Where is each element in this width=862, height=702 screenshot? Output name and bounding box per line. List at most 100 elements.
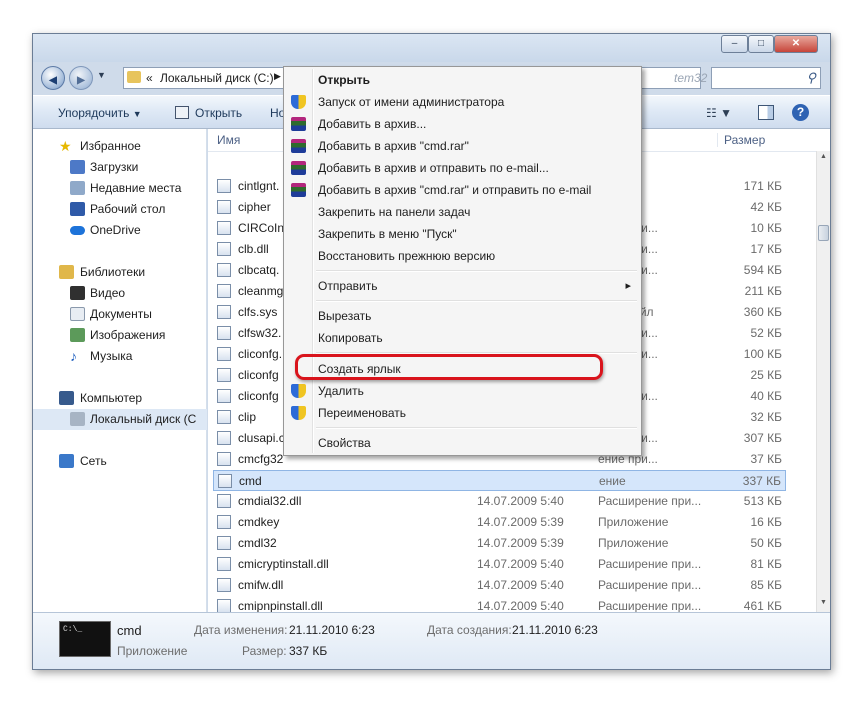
forward-button[interactable]: ▶ — [69, 66, 93, 90]
file-icon — [217, 221, 231, 235]
modified-value: 21.11.2010 6:23 — [289, 623, 375, 637]
nav-label: Библиотеки — [80, 265, 146, 279]
libraries-icon — [59, 265, 74, 279]
menu-label: Переименовать — [318, 406, 406, 420]
menu-rename[interactable]: Переименовать — [286, 402, 639, 424]
file-size: 211 КБ — [744, 284, 782, 298]
menu-add-cmd-rar-email[interactable]: Добавить в архив "cmd.rar" и отправить п… — [286, 179, 639, 201]
column-name[interactable]: Имя — [217, 133, 240, 147]
scrollbar-thumb[interactable] — [818, 225, 829, 241]
menu-label: Удалить — [318, 384, 364, 398]
file-icon — [217, 599, 231, 613]
table-row[interactable]: cmicryptinstall.dll 14.07.2009 5:40 Расшир… — [213, 554, 786, 575]
history-dropdown-icon[interactable]: ▼ — [97, 70, 106, 80]
menu-add-to-cmd-rar[interactable]: Добавить в архив "cmd.rar" — [286, 135, 639, 157]
help-icon[interactable]: ? — [792, 104, 809, 121]
cmd-thumbnail-text: C:\_ — [63, 625, 83, 634]
file-type: Расширение при... — [598, 557, 702, 571]
file-icon — [217, 536, 231, 550]
file-type: Приложение — [598, 536, 669, 550]
scroll-up-icon[interactable]: ▲ — [820, 153, 827, 160]
file-name: clip — [238, 410, 257, 424]
file-name: cliconfg — [238, 368, 279, 382]
organize-button[interactable]: Упорядочить ▼ — [58, 106, 142, 120]
menu-pin-taskbar[interactable]: Закрепить на панели задач — [286, 201, 639, 223]
column-size[interactable]: Размер — [717, 133, 765, 147]
context-menu: Открыть Запуск от имени администратора Д… — [283, 66, 642, 456]
menu-label: Открыть — [318, 73, 371, 87]
details-pane: C:\_ cmd Приложение Дата изменения: 21.1… — [33, 612, 830, 669]
close-button[interactable]: ✕ — [774, 35, 818, 53]
downloads-icon — [70, 160, 85, 174]
scroll-down-icon[interactable]: ▼ — [820, 599, 827, 606]
menu-label: Вырезать — [318, 309, 372, 323]
menu-label: Добавить в архив "cmd.rar" — [318, 139, 469, 153]
menu-add-archive-email[interactable]: Добавить в архив и отправить по e-mail..… — [286, 157, 639, 179]
menu-label: Добавить в архив и отправить по e-mail..… — [318, 161, 549, 175]
view-options-icon[interactable]: ☷ ▼ — [706, 106, 732, 120]
menu-label: Запуск от имени администратора — [318, 95, 505, 109]
file-name: clb.dll — [238, 242, 269, 256]
menu-separator — [316, 270, 637, 272]
file-name: cmd — [239, 474, 262, 488]
file-name: cmdl32 — [238, 536, 277, 550]
menu-cut[interactable]: Вырезать — [286, 305, 639, 327]
file-icon — [217, 368, 231, 382]
vertical-scrollbar[interactable]: ▲ ▼ — [816, 151, 830, 612]
modified-label: Дата изменения: — [194, 623, 288, 637]
maximize-button[interactable]: □ — [748, 35, 774, 53]
desktop-icon — [70, 202, 85, 216]
file-size: 171 КБ — [743, 179, 782, 193]
menu-open[interactable]: Открыть — [286, 69, 639, 91]
file-name: clbcatq. — [238, 263, 280, 277]
table-row[interactable]: cmdial32.dll 14.07.2009 5:40 Расширение пр… — [213, 491, 786, 512]
nav-label: Документы — [90, 307, 152, 321]
menu-label: Копировать — [318, 331, 383, 345]
menu-label: Свойства — [318, 436, 371, 450]
created-value: 21.11.2010 6:23 — [512, 623, 598, 637]
menu-send-to[interactable]: Отправить ▸ — [286, 275, 639, 297]
file-icon — [217, 557, 231, 571]
menu-delete[interactable]: Удалить — [286, 380, 639, 402]
table-row[interactable]: cmd ение 337 КБ — [213, 470, 786, 491]
file-name: cmdkey — [238, 515, 280, 529]
nav-local-disk[interactable]: Локальный диск (C — [33, 409, 207, 430]
file-type: Приложение — [598, 515, 669, 529]
breadcrumb-overflow[interactable]: « — [146, 71, 153, 85]
menu-restore-previous[interactable]: Восстановить прежнюю версию — [286, 245, 639, 267]
details-kind: Приложение — [117, 644, 188, 658]
chevron-down-icon: ▼ — [132, 109, 142, 119]
table-row[interactable]: cmifw.dll 14.07.2009 5:40 Расширение при..… — [213, 575, 786, 596]
created-label: Дата создания: — [427, 623, 512, 637]
forward-arrow-icon: ▶ — [77, 75, 85, 86]
menu-run-as-admin[interactable]: Запуск от имени администратора — [286, 91, 639, 113]
file-icon — [217, 263, 231, 277]
file-size: 37 КБ — [750, 452, 782, 466]
search-input[interactable]: ⚲ — [711, 67, 821, 89]
back-button[interactable]: ◀ — [41, 66, 65, 90]
preview-pane-icon[interactable] — [758, 105, 774, 120]
table-row[interactable]: cmdl32 14.07.2009 5:39 Приложение 50 КБ — [213, 533, 786, 554]
minimize-button[interactable]: – — [721, 35, 748, 53]
menu-pin-start[interactable]: Закрепить в меню "Пуск" — [286, 223, 639, 245]
breadcrumb-chevron-icon[interactable]: ▶ — [274, 71, 281, 82]
file-size: 32 КБ — [750, 410, 782, 424]
address-tail: tem32 — [674, 71, 708, 85]
menu-label: Закрепить в меню "Пуск" — [318, 227, 457, 241]
open-button[interactable]: Открыть — [195, 106, 242, 120]
size-label: Размер: — [242, 644, 287, 658]
nav-label: Сеть — [80, 454, 107, 468]
menu-properties[interactable]: Свойства — [286, 432, 639, 454]
menu-add-to-archive[interactable]: Добавить в архив... — [286, 113, 639, 135]
menu-copy[interactable]: Копировать — [286, 327, 639, 349]
cmd-thumbnail: C:\_ — [59, 621, 111, 657]
breadcrumb-local-disk[interactable]: Локальный диск (C:) — [160, 71, 274, 85]
file-size: 17 КБ — [750, 242, 782, 256]
file-date: 14.07.2009 5:39 — [477, 515, 564, 529]
file-size: 594 КБ — [743, 263, 782, 277]
winrar-icon — [291, 183, 306, 197]
file-name: clfs.sys — [238, 305, 278, 319]
file-icon — [217, 284, 231, 298]
table-row[interactable]: cmdkey 14.07.2009 5:39 Приложение 16 КБ — [213, 512, 786, 533]
search-icon[interactable]: ⚲ — [806, 70, 816, 86]
